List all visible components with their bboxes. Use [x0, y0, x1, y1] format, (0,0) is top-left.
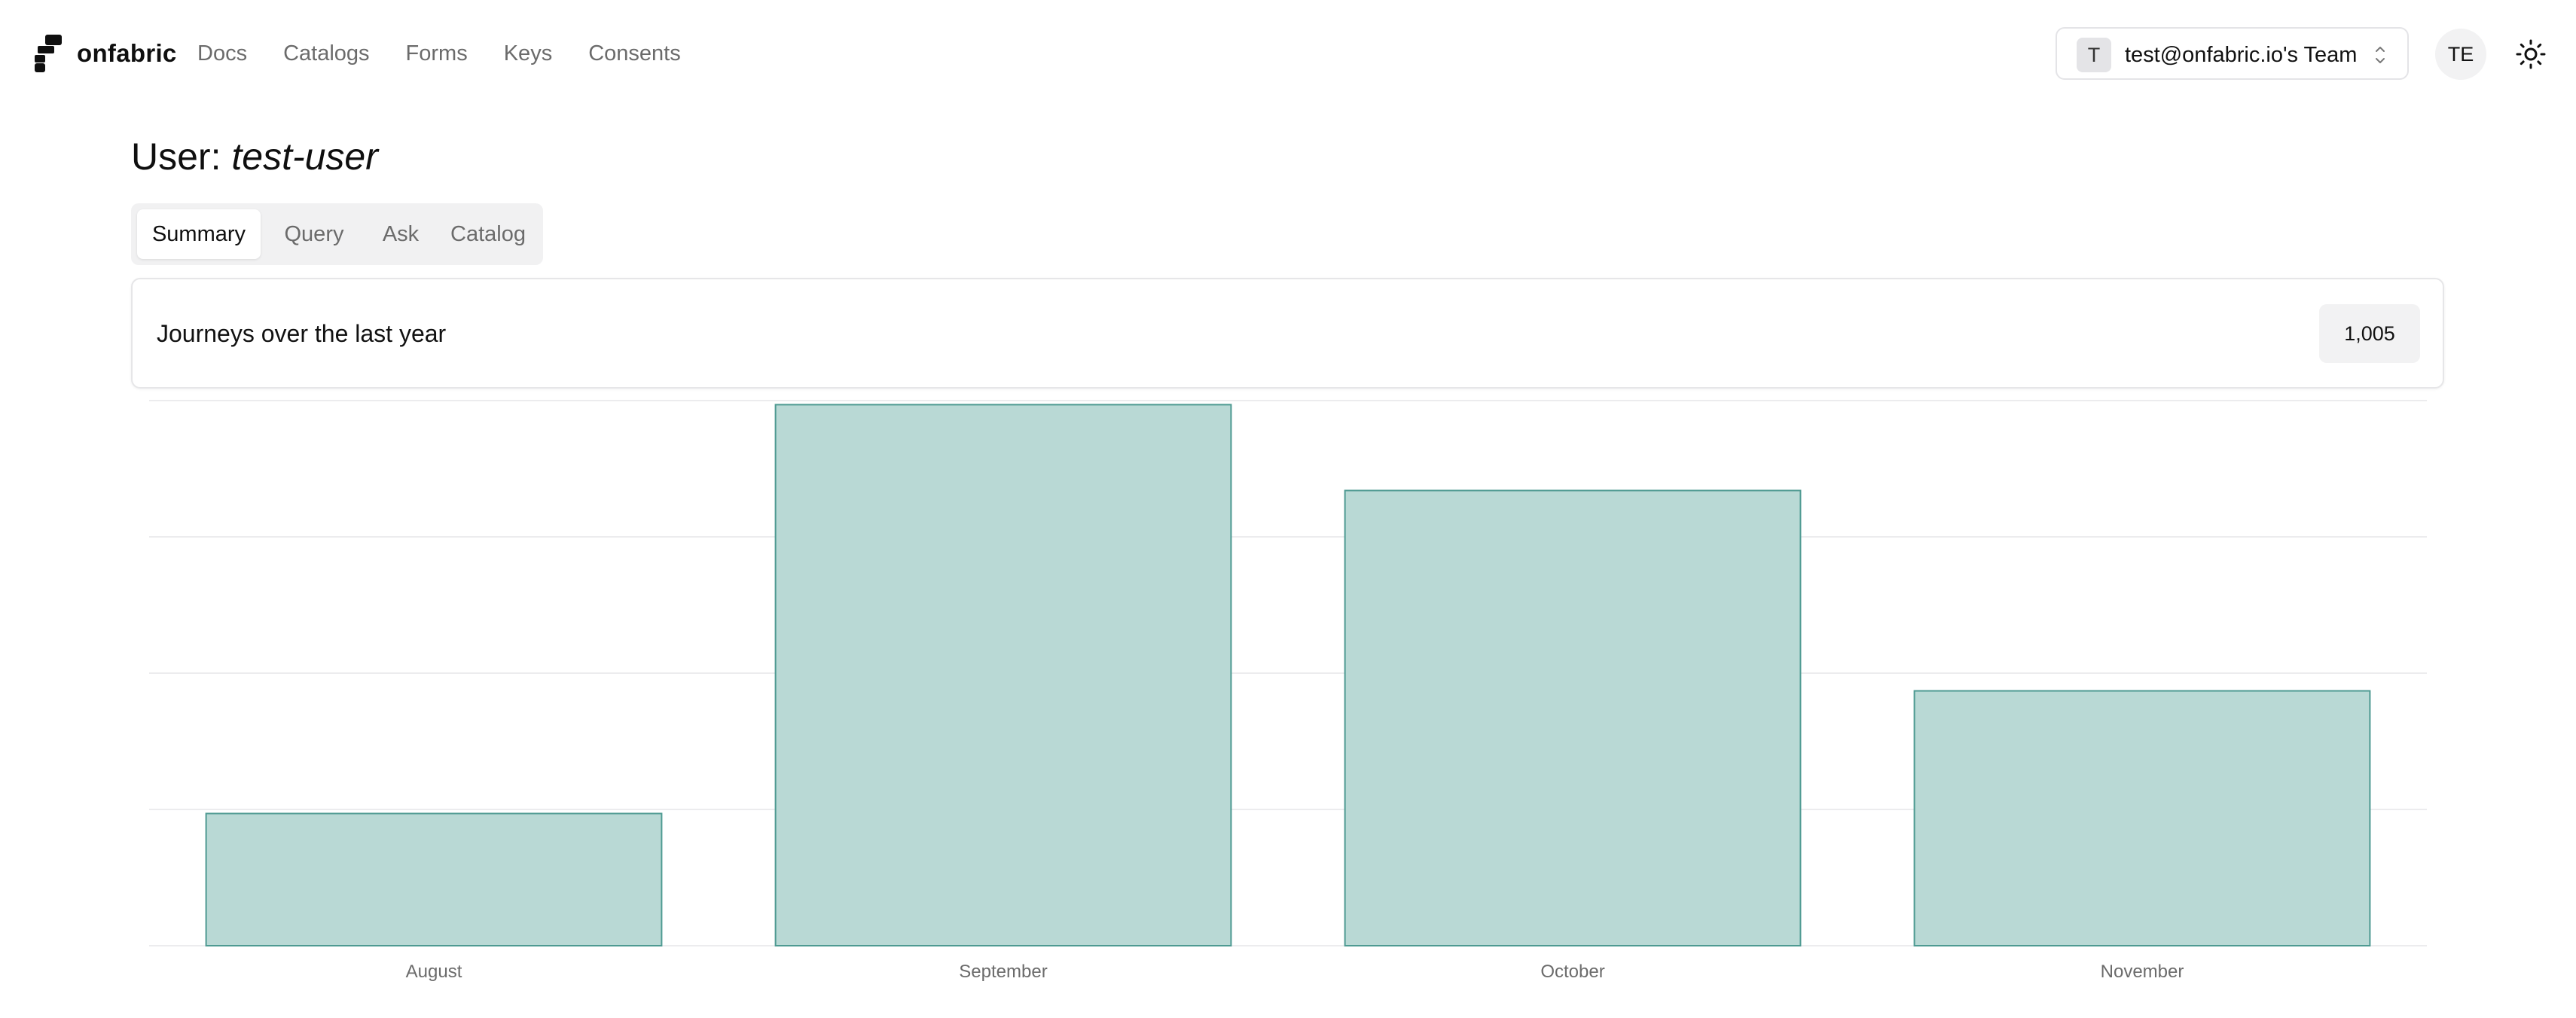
nav-link-consents[interactable]: Consents: [588, 38, 681, 69]
bar-august[interactable]: [205, 812, 663, 946]
tab-catalog[interactable]: Catalog: [438, 209, 538, 259]
bar-september[interactable]: [774, 404, 1232, 947]
bar-november[interactable]: [1913, 690, 2371, 946]
sun-icon: [2516, 39, 2546, 69]
journeys-bar-chart: August September October November: [0, 392, 2576, 994]
tab-query[interactable]: Query: [265, 209, 363, 259]
journeys-summary-card: Journeys over the last year 1,005: [131, 278, 2444, 389]
brand-name[interactable]: onfabric: [77, 38, 177, 69]
nav-link-forms[interactable]: Forms: [406, 38, 468, 69]
user-avatar[interactable]: TE: [2435, 29, 2486, 80]
journeys-card-title: Journeys over the last year: [157, 320, 447, 347]
chevron-up-down-icon: [2376, 47, 2385, 63]
page-title: User: test-user: [131, 134, 378, 179]
x-tick-label: October: [1540, 962, 1604, 982]
theme-toggle-button[interactable]: [2514, 38, 2547, 71]
onfabric-logo-icon[interactable]: [35, 35, 65, 72]
x-tick-label: September: [959, 962, 1047, 982]
nav-link-keys[interactable]: Keys: [504, 38, 552, 69]
tab-summary[interactable]: Summary: [137, 209, 261, 259]
top-navigation: onfabric Docs Catalogs Forms Keys Consen…: [0, 0, 2576, 107]
page-title-prefix: User:: [131, 136, 221, 178]
team-badge: T: [2077, 38, 2111, 72]
team-switcher[interactable]: T test@onfabric.io's Team: [2056, 27, 2409, 80]
journeys-count-badge: 1,005: [2319, 304, 2420, 363]
tab-ask[interactable]: Ask: [366, 209, 435, 259]
bar-october[interactable]: [1344, 489, 1802, 946]
main-nav-links: Docs Catalogs Forms Keys Consents: [197, 38, 717, 69]
x-tick-label: August: [406, 962, 462, 982]
user-tabs: Summary Query Ask Catalog: [131, 203, 543, 265]
team-switcher-label: test@onfabric.io's Team: [2125, 43, 2358, 67]
nav-link-docs[interactable]: Docs: [197, 38, 247, 69]
page-title-username: test-user: [231, 136, 378, 178]
journeys-chart-svg: August September October November: [149, 400, 2427, 982]
x-tick-label: November: [2101, 962, 2184, 982]
nav-link-catalogs[interactable]: Catalogs: [283, 38, 369, 69]
